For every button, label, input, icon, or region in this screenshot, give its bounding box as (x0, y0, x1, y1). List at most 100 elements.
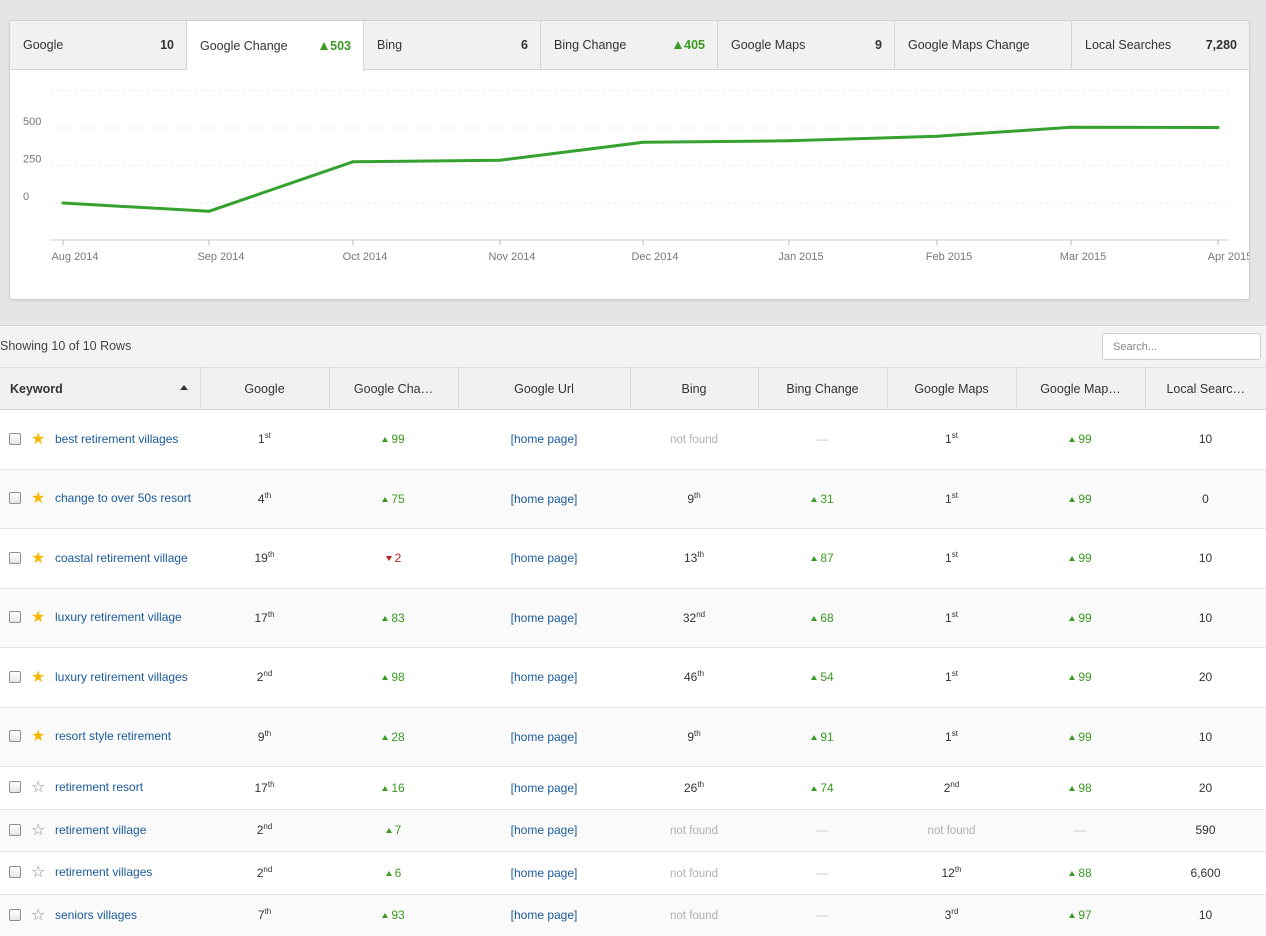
star-filled-icon[interactable]: ★ (31, 669, 47, 685)
column-header-local-searches[interactable]: Local Searc… (1145, 367, 1266, 410)
metrics-chart-panel: Google 10 Google Change 503 Bing 6 Bing Change… (9, 20, 1250, 300)
keyword-cell: ★ resort style retirement (0, 707, 200, 767)
change-value: 74 (811, 781, 834, 795)
rank-suffix: th (697, 779, 705, 789)
keyword-link[interactable]: retirement resort (55, 780, 143, 794)
local-searches-cell: 0 (1145, 469, 1266, 529)
home-page-link[interactable]: [home page] (511, 492, 578, 506)
column-header-google-url[interactable]: Google Url (458, 367, 631, 410)
column-header-bing[interactable]: Bing (630, 367, 759, 410)
rank-suffix: th (697, 669, 705, 679)
metric-tab-google-change[interactable]: Google Change 503 (187, 21, 364, 71)
keyword-link[interactable]: resort style retirement (55, 729, 171, 743)
star-filled-icon[interactable]: ★ (31, 610, 47, 626)
change-value: 88 (1069, 866, 1092, 880)
star-outline-icon[interactable]: ☆ (31, 865, 47, 881)
row-checkbox[interactable] (9, 781, 21, 794)
row-checkbox[interactable] (9, 908, 21, 921)
keyword-link[interactable]: retirement village (55, 823, 146, 837)
home-page-link[interactable]: [home page] (511, 432, 578, 446)
row-checkbox[interactable] (9, 551, 21, 564)
star-filled-icon[interactable]: ★ (31, 729, 47, 745)
column-header-google-maps-change[interactable]: Google Map… (1016, 367, 1146, 410)
metric-value-text: 9 (875, 38, 882, 52)
keyword-link[interactable]: seniors villages (55, 908, 137, 922)
home-page-link[interactable]: [home page] (511, 866, 578, 880)
row-checkbox[interactable] (9, 432, 21, 445)
row-checkbox[interactable] (9, 492, 21, 505)
row-checkbox[interactable] (9, 866, 21, 879)
rank-number: 1 (945, 432, 952, 447)
rank-suffix: nd (696, 609, 706, 619)
trend-up-icon (382, 615, 389, 621)
table-header-row: Keyword Google Google Cha… Google Url Bi… (0, 367, 1266, 410)
home-page-link[interactable]: [home page] (511, 908, 578, 922)
maps-change-cell: 99 (1016, 588, 1145, 648)
data-point (351, 160, 355, 164)
x-tick-label: Jan 2015 (778, 251, 823, 263)
google-rank-cell: 17th (200, 766, 329, 810)
change-number: 91 (820, 729, 834, 744)
star-outline-icon[interactable]: ☆ (31, 907, 47, 923)
star-filled-icon[interactable]: ★ (31, 491, 47, 507)
metric-tab-google-maps-change[interactable]: Google Maps Change (895, 21, 1072, 69)
bing-rank-cell: 26th (630, 766, 758, 810)
row-checkbox[interactable] (9, 823, 21, 836)
metric-label: Google Maps Change (908, 38, 1030, 52)
metric-tab-local-searches[interactable]: Local Searches 7,280 (1072, 21, 1249, 69)
table-row: ☆ seniors villages 7th 93 [home page] not fou… (0, 894, 1266, 936)
trend-up-icon (382, 496, 389, 502)
keyword-link[interactable]: change to over 50s resort (55, 491, 191, 505)
home-page-link[interactable]: [home page] (511, 781, 578, 795)
rank-number: 17 (254, 780, 268, 795)
metric-tab-bing-change[interactable]: Bing Change 405 (541, 21, 718, 69)
home-page-link[interactable]: [home page] (511, 730, 578, 744)
keyword-link[interactable]: coastal retirement village (55, 551, 188, 565)
column-header-google-maps[interactable]: Google Maps (887, 367, 1017, 410)
column-header-google-change[interactable]: Google Cha… (329, 367, 459, 410)
change-value: 87 (811, 551, 834, 565)
local-searches-cell: 20 (1145, 647, 1266, 708)
not-found-text: not found (670, 825, 718, 838)
home-page-link[interactable]: [home page] (511, 670, 578, 684)
row-checkbox[interactable] (9, 730, 21, 743)
metric-tabs: Google 10 Google Change 503 Bing 6 Bing Change… (10, 21, 1249, 71)
keyword-link[interactable]: retirement villages (55, 865, 152, 879)
keyword-cell-content: ★ resort style retirement (9, 728, 194, 745)
home-page-link[interactable]: [home page] (511, 823, 578, 837)
row-checkbox[interactable] (9, 611, 21, 624)
row-checkbox[interactable] (9, 670, 21, 683)
rank-suffix: st (951, 609, 958, 619)
column-header-keyword[interactable]: Keyword (0, 367, 201, 410)
home-page-link[interactable]: [home page] (511, 551, 578, 565)
change-number: 93 (391, 908, 405, 923)
star-filled-icon[interactable]: ★ (31, 431, 47, 447)
keyword-link[interactable]: luxury retirement villages (55, 670, 188, 684)
star-outline-icon[interactable]: ☆ (31, 780, 47, 796)
maps-change-cell: 98 (1016, 766, 1145, 810)
series-line (61, 125, 1220, 213)
star-outline-icon[interactable]: ☆ (31, 822, 47, 838)
maps-change-cell: 99 (1016, 469, 1145, 529)
keyword-cell-content: ☆ retirement village (9, 822, 194, 839)
bing-rank-cell: 32nd (630, 588, 758, 648)
sort-ascending-icon (179, 385, 188, 390)
table-row: ★ coastal retirement village 19th 2 [home pa… (0, 528, 1266, 589)
star-filled-icon[interactable]: ★ (31, 550, 47, 566)
local-searches-cell: 10 (1145, 588, 1266, 648)
google-rank-cell: 2nd (200, 851, 329, 895)
column-header-bing-change[interactable]: Bing Change (758, 367, 888, 410)
column-header-google[interactable]: Google (200, 367, 330, 410)
metric-value-text: 10 (160, 38, 174, 52)
rank-number: 26 (683, 780, 698, 795)
metric-tab-google-maps[interactable]: Google Maps 9 (718, 21, 895, 69)
change-number: 99 (1078, 610, 1092, 625)
keyword-link[interactable]: luxury retirement village (55, 610, 182, 624)
search-input[interactable] (1102, 333, 1261, 360)
maps-rank-cell: 3rd (887, 894, 1016, 936)
home-page-link[interactable]: [home page] (511, 611, 578, 625)
keyword-link[interactable]: best retirement villages (55, 432, 178, 446)
trend-up-icon (1069, 913, 1076, 919)
metric-tab-bing[interactable]: Bing 6 (364, 21, 541, 69)
metric-tab-google[interactable]: Google 10 (10, 21, 187, 69)
